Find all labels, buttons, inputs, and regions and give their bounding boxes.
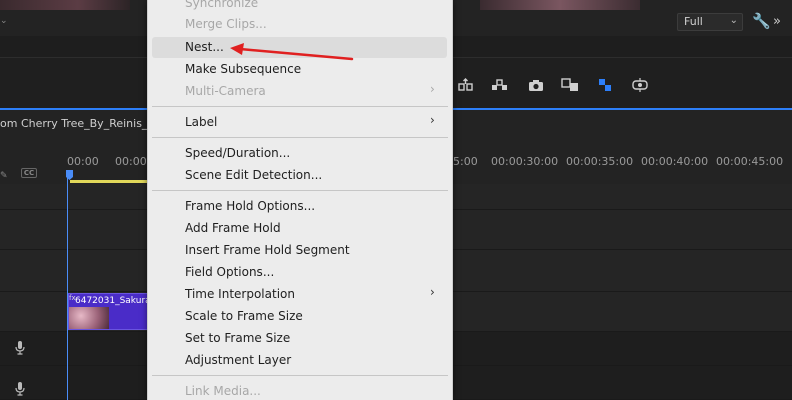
menu-item-synchronize: Synchronize [185, 0, 259, 10]
menu-item-frame-hold-options[interactable]: Frame Hold Options... [185, 199, 315, 213]
camera-icon[interactable] [525, 76, 547, 94]
timecode-label: 5:00 [453, 155, 478, 168]
tab-sequence[interactable]: om Cherry Tree_By_Reinis_Ka [0, 117, 161, 130]
menu-item-field-options[interactable]: Field Options... [185, 265, 274, 279]
microphone-icon[interactable] [15, 382, 25, 399]
menu-separator [152, 106, 448, 107]
program-monitor-frame-right [480, 0, 640, 10]
work-area-bar[interactable] [70, 180, 150, 183]
timecode-label: 00:00:35:00 [566, 155, 634, 168]
submenu-chevron-icon: › [430, 113, 435, 127]
clip-fx-badge: fx [69, 294, 76, 302]
menu-item-multi-camera: Multi-Camera [185, 84, 266, 98]
menu-item-speed-duration[interactable]: Speed/Duration... [185, 146, 290, 160]
resolution-select-value: Full [684, 15, 703, 28]
menu-item-add-frame-hold[interactable]: Add Frame Hold [185, 221, 281, 235]
menu-item-scene-edit-detection[interactable]: Scene Edit Detection... [185, 168, 322, 182]
menu-item-set-to-frame-size[interactable]: Set to Frame Size [185, 331, 290, 345]
menu-item-adjustment-layer[interactable]: Adjustment Layer [185, 353, 291, 367]
chevron-down-icon[interactable]: ⌄ [0, 16, 8, 26]
program-monitor-frame-left [0, 0, 130, 10]
submenu-chevron-icon: › [430, 285, 435, 299]
menu-item-nest[interactable]: Nest... [185, 40, 224, 54]
clip-thumbnail [69, 307, 109, 329]
menu-item-make-subsequence[interactable]: Make Subsequence [185, 62, 301, 76]
resolution-select[interactable]: Full ⌄ [677, 13, 743, 31]
menu-item-merge-clips: Merge Clips... [185, 17, 267, 31]
timeline-settings-icon[interactable]: ✎ [0, 171, 8, 181]
annotation-arrow-icon [230, 43, 354, 61]
timecode-label: 00:00 [115, 155, 147, 168]
submenu-chevron-icon: › [430, 82, 435, 96]
menu-item-label[interactable]: Label [185, 115, 217, 129]
vr-video-icon[interactable] [629, 76, 651, 94]
menu-item-scale-to-frame-size[interactable]: Scale to Frame Size [185, 309, 303, 323]
menu-item-insert-frame-hold-segment[interactable]: Insert Frame Hold Segment [185, 243, 350, 257]
expand-panel-icon[interactable]: » [773, 14, 781, 29]
menu-item-time-interpolation[interactable]: Time Interpolation [185, 287, 295, 301]
comparison-view-icon[interactable] [559, 76, 581, 94]
timecode-label: 00:00 [67, 155, 99, 168]
proxy-toggle-icon[interactable] [594, 76, 616, 94]
timecode-label: 00:00:40:00 [641, 155, 709, 168]
menu-separator [152, 190, 448, 191]
microphone-icon[interactable] [15, 341, 25, 358]
wrench-icon[interactable]: 🔧 [752, 12, 771, 30]
menu-item-link-media: Link Media... [185, 384, 261, 398]
playhead-line[interactable] [67, 176, 68, 400]
menu-separator [152, 375, 448, 376]
extract-icon[interactable] [489, 76, 511, 94]
chevron-down-icon: ⌄ [729, 15, 738, 26]
captions-icon[interactable]: CC [21, 168, 37, 178]
lift-icon[interactable] [455, 76, 477, 94]
timecode-label: 00:00:45:00 [716, 155, 784, 168]
menu-separator [152, 137, 448, 138]
timecode-label: 00:00:30:00 [491, 155, 559, 168]
clip-label: 6472031_Sakuras [75, 296, 156, 306]
